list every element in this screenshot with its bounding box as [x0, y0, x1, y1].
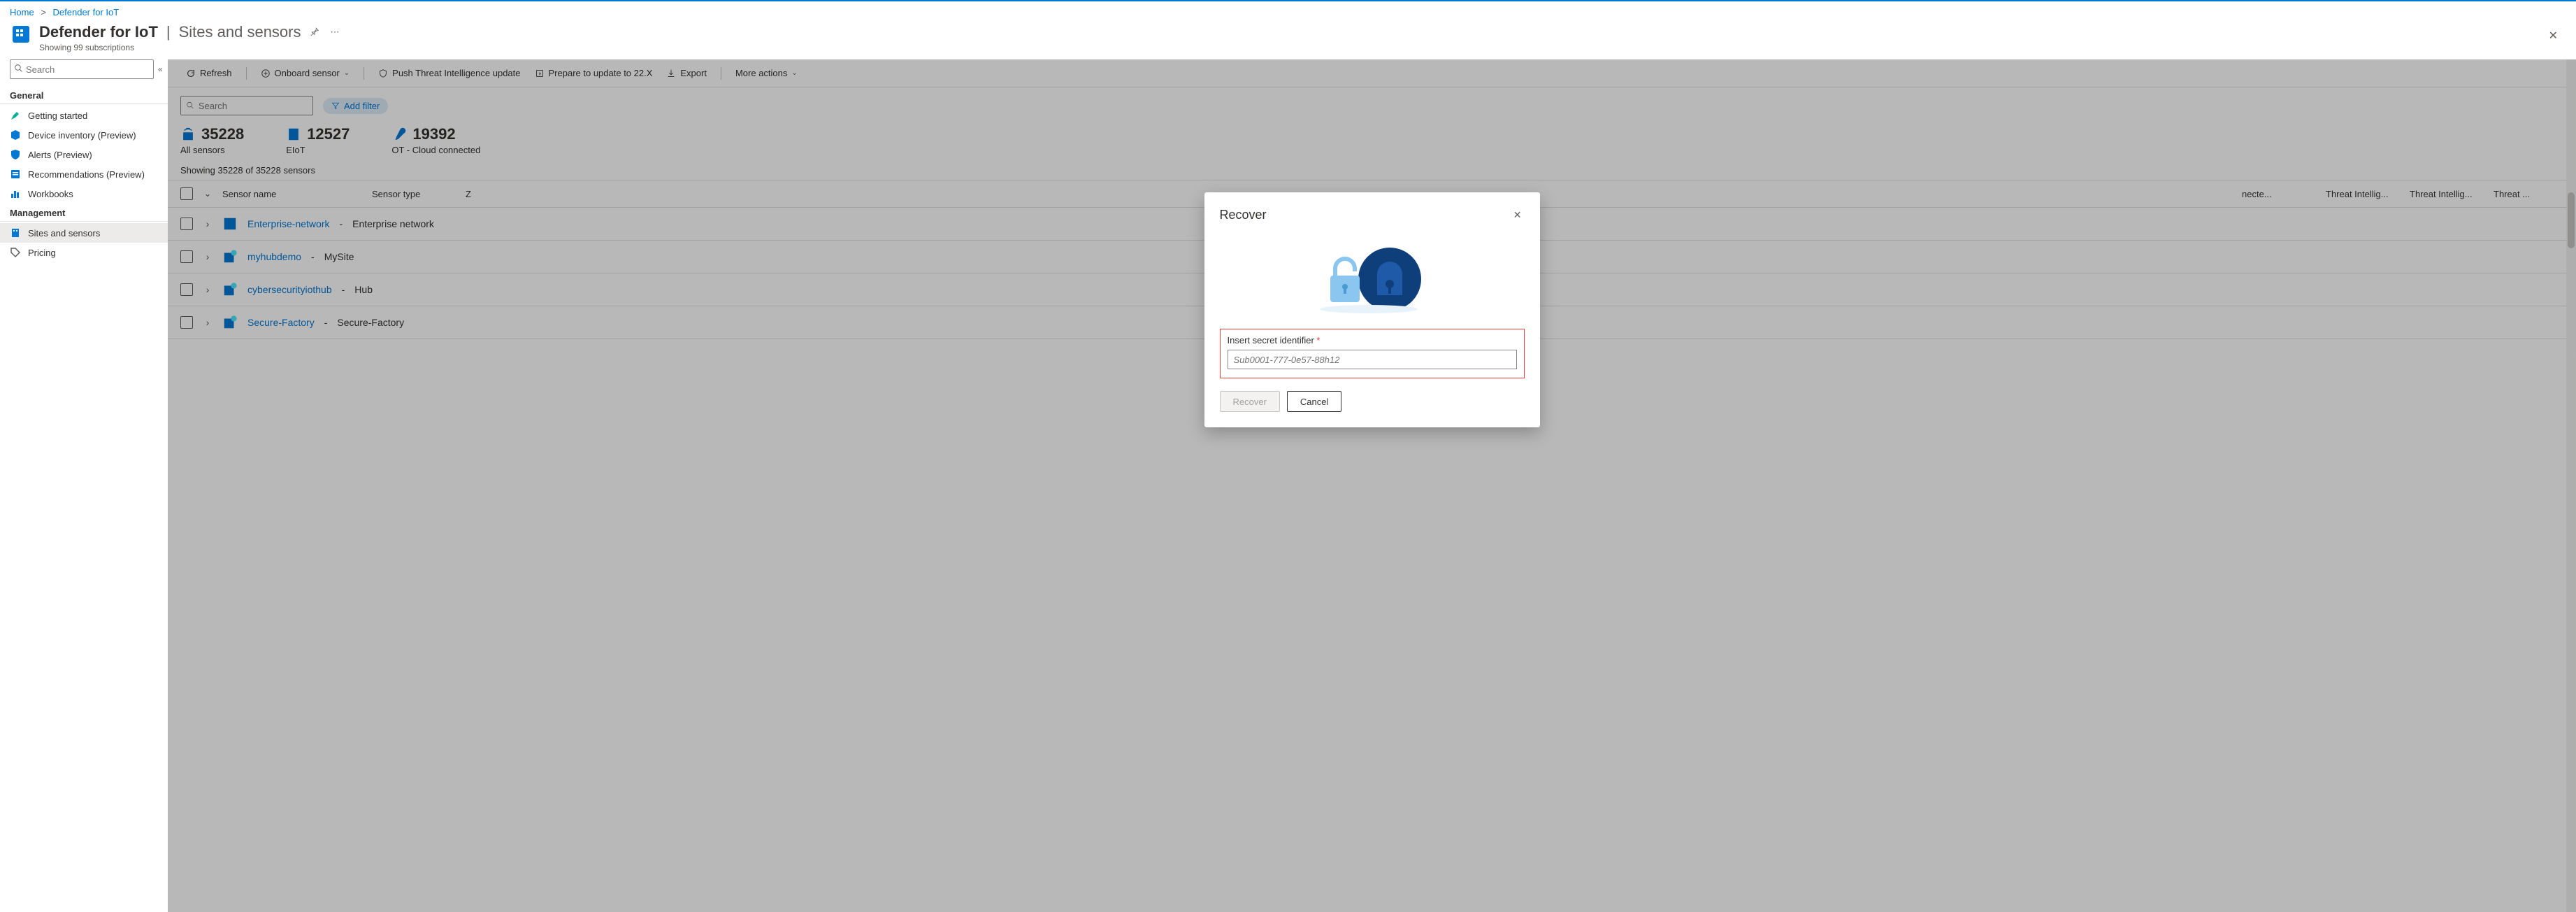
- nav-group-management: Management: [0, 204, 168, 222]
- building-icon: [10, 227, 21, 238]
- page-header: Defender for IoT | Sites and sensors ⋯ S…: [0, 20, 2576, 59]
- nav-recommendations[interactable]: Recommendations (Preview): [0, 164, 168, 184]
- main-content: Refresh Onboard sensor ⌄ Push Threat Int…: [168, 59, 2576, 912]
- secret-identifier-field: Insert secret identifier *: [1220, 329, 1525, 378]
- nav-group-general: General: [0, 86, 168, 104]
- subscriptions-count: Showing 99 subscriptions: [39, 43, 2540, 52]
- nav-getting-started[interactable]: Getting started: [0, 106, 168, 125]
- secret-identifier-input[interactable]: [1228, 350, 1517, 369]
- shield-icon: [10, 149, 21, 160]
- field-label: Insert secret identifier: [1228, 335, 1314, 345]
- nav-label: Alerts (Preview): [28, 150, 92, 160]
- required-indicator: *: [1316, 335, 1320, 345]
- nav-workbooks[interactable]: Workbooks: [0, 184, 168, 204]
- nav-device-inventory[interactable]: Device inventory (Preview): [0, 125, 168, 145]
- nav-label: Recommendations (Preview): [28, 169, 145, 180]
- nav-sites-sensors[interactable]: Sites and sensors: [0, 223, 168, 243]
- nav-label: Getting started: [28, 111, 87, 121]
- search-icon: [15, 64, 23, 75]
- chevron-right-icon: >: [41, 7, 46, 17]
- sidebar: « General Getting started Device invento…: [0, 59, 168, 912]
- dialog-title: Recover: [1220, 208, 1267, 222]
- nav-label: Workbooks: [28, 189, 73, 199]
- close-blade-button[interactable]: ✕: [2540, 23, 2566, 48]
- tag-icon: [10, 247, 21, 258]
- more-icon[interactable]: ⋯: [328, 24, 343, 41]
- collapse-sidebar-button[interactable]: «: [158, 64, 163, 74]
- resource-icon: [10, 23, 32, 45]
- modal-overlay: [168, 59, 2576, 912]
- recover-dialog: Recover ✕ Insert secret identifier *: [1204, 192, 1540, 427]
- chart-icon: [10, 188, 21, 199]
- cube-icon: [10, 129, 21, 141]
- close-dialog-button[interactable]: ✕: [1511, 206, 1525, 224]
- list-icon: [10, 169, 21, 180]
- nav-label: Pricing: [28, 248, 56, 258]
- page-subtitle: Sites and sensors: [179, 23, 301, 41]
- recover-button[interactable]: Recover: [1220, 391, 1280, 412]
- breadcrumb: Home > Defender for IoT: [0, 1, 2576, 20]
- breadcrumb-current[interactable]: Defender for IoT: [53, 7, 120, 17]
- breadcrumb-home[interactable]: Home: [10, 7, 34, 17]
- pin-icon[interactable]: [307, 24, 322, 41]
- sidebar-search-input[interactable]: [26, 64, 149, 75]
- rocket-icon: [10, 110, 21, 121]
- page-title: Defender for IoT: [39, 23, 158, 41]
- nav-alerts[interactable]: Alerts (Preview): [0, 145, 168, 164]
- recover-illustration: [1220, 231, 1525, 329]
- nav-label: Device inventory (Preview): [28, 130, 136, 141]
- nav-pricing[interactable]: Pricing: [0, 243, 168, 262]
- sidebar-search[interactable]: [10, 59, 154, 79]
- cancel-button[interactable]: Cancel: [1287, 391, 1341, 412]
- nav-label: Sites and sensors: [28, 228, 100, 238]
